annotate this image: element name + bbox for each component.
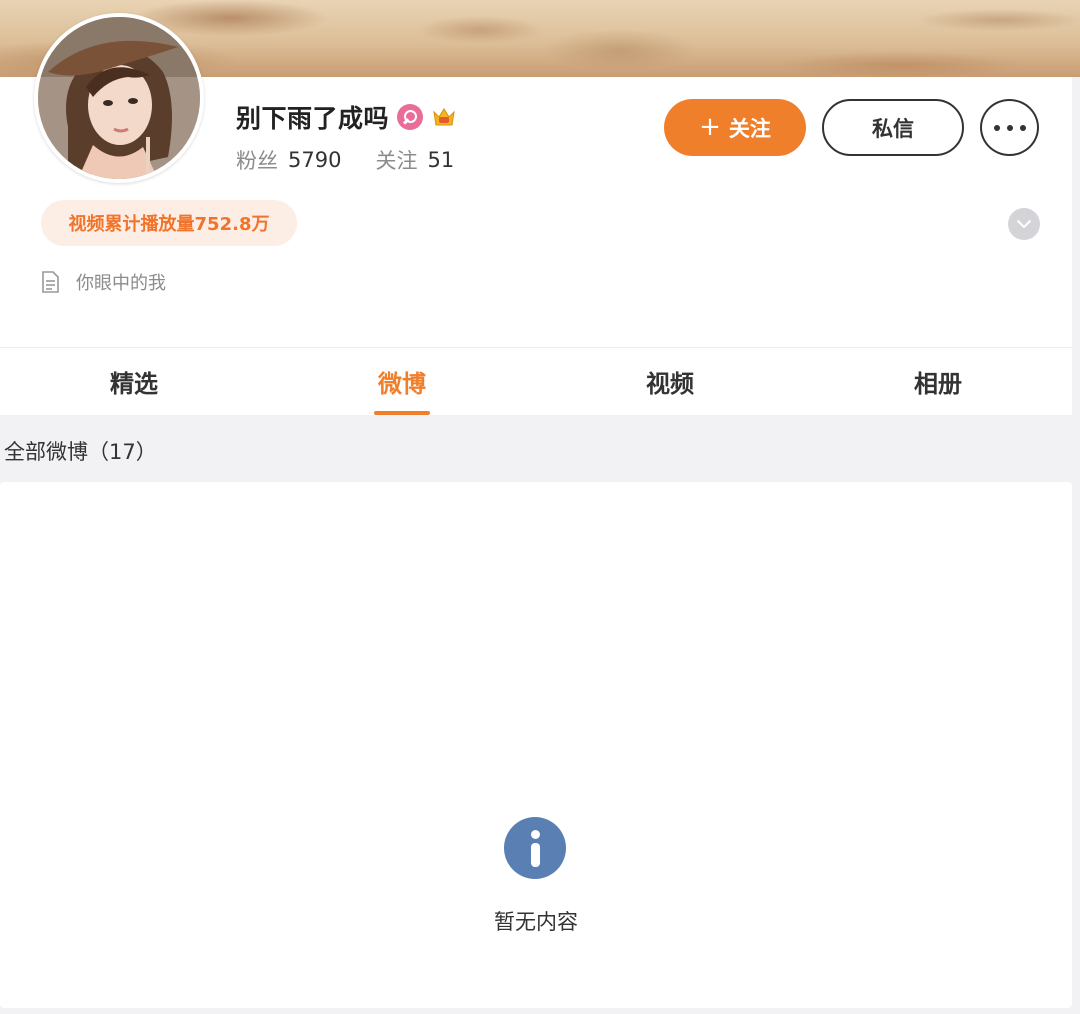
profile-card: 别下雨了成吗 粉丝 5790 关注 51 + 关注 私信 视频累计播放量752.… — [0, 13, 1072, 347]
info-icon — [504, 817, 566, 879]
tab-album-label: 相册 — [914, 370, 962, 398]
tab-featured[interactable]: 精选 — [0, 348, 268, 415]
video-play-count-badge: 视频累计播放量752.8万 — [41, 200, 297, 246]
avatar[interactable] — [34, 13, 204, 183]
crown-icon[interactable] — [431, 104, 457, 130]
profile-name: 别下雨了成吗 — [236, 104, 390, 133]
tab-video-label: 视频 — [646, 370, 694, 398]
follow-button-label: 关注 — [728, 116, 771, 141]
following-label[interactable]: 关注 — [375, 145, 417, 175]
empty-state-text: 暂无内容 — [494, 910, 578, 934]
stats-row: 粉丝 5790 关注 51 — [236, 146, 488, 174]
tab-album[interactable]: 相册 — [804, 348, 1072, 415]
feed-header[interactable]: 全部微博（17） — [4, 436, 157, 466]
fans-count[interactable]: 5790 — [288, 148, 341, 172]
bio-row: 你眼中的我 — [40, 268, 166, 296]
vip-badge-icon[interactable] — [397, 104, 424, 130]
tab-weibo-label: 微博 — [378, 370, 426, 398]
name-row: 别下雨了成吗 — [236, 100, 457, 134]
plus-icon: + — [699, 111, 721, 142]
tab-video[interactable]: 视频 — [536, 348, 804, 415]
profile-tabs: 精选 微博 视频 相册 — [0, 347, 1072, 415]
tab-weibo[interactable]: 微博 — [268, 348, 536, 415]
message-button-label: 私信 — [872, 116, 914, 141]
following-count[interactable]: 51 — [427, 148, 454, 172]
chevron-down-icon[interactable] — [1008, 208, 1040, 240]
tab-featured-label: 精选 — [110, 370, 158, 398]
fans-label[interactable]: 粉丝 — [236, 145, 278, 175]
follow-button[interactable]: + 关注 — [664, 99, 806, 156]
bio-text: 你眼中的我 — [76, 273, 166, 294]
message-button[interactable]: 私信 — [822, 99, 964, 156]
avatar-image — [38, 17, 200, 179]
weibo-profile-page: 别下雨了成吗 粉丝 5790 关注 51 + 关注 私信 视频累计播放量752.… — [0, 0, 1080, 1014]
more-dots-icon[interactable] — [980, 99, 1039, 156]
document-icon — [42, 271, 59, 293]
video-play-count-text: 视频累计播放量752.8万 — [68, 214, 270, 235]
